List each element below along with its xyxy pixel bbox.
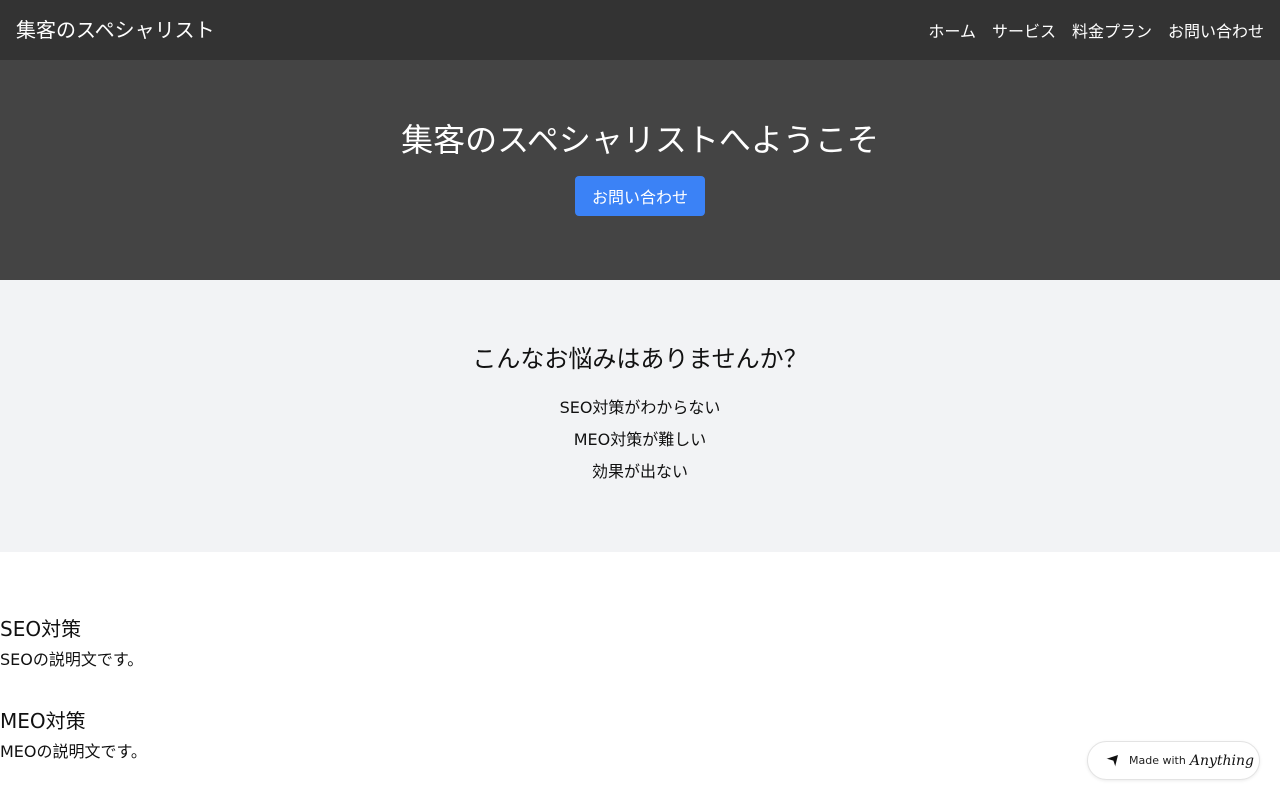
service-seo: SEO対策 SEOの説明文です。 [0,614,143,672]
nav-link-contact[interactable]: お問い合わせ [1168,18,1264,42]
nav-link-pricing[interactable]: 料金プラン [1072,18,1152,42]
badge-brand: Anything [1189,752,1254,769]
hero-section: 集客のスペシャリストへようこそ お問い合わせ [0,60,1280,280]
problems-title: こんなお悩みはありませんか？ [472,345,808,373]
nav-link-home[interactable]: ホーム [928,18,976,42]
service-description: SEOの説明文です。 [0,650,144,669]
site-brand[interactable]: 集客のスペシャリスト [16,0,215,60]
service-description: MEOの説明文です。 [0,742,147,761]
hero-title: 集客のスペシャリストへようこそ [401,121,879,159]
made-with-anything-badge[interactable]: Made with Anything [1087,741,1260,780]
problem-item: MEO対策が難しい [573,430,707,449]
anything-logo-icon [1105,753,1121,769]
problem-list: SEO対策がわからない MEO対策が難しい 効果が出ない [0,392,1280,488]
nav-links: ホーム サービス 料金プラン お問い合わせ [928,18,1264,42]
navbar: 集客のスペシャリスト ホーム サービス 料金プラン お問い合わせ [0,0,1280,60]
problems-section: こんなお悩みはありませんか？ SEO対策がわからない MEO対策が難しい 効果が… [0,280,1280,552]
contact-button[interactable]: お問い合わせ [575,176,705,216]
badge-text: Made with [1129,754,1186,767]
problem-item: SEO対策がわからない [559,398,721,417]
service-title: SEO対策 [0,617,82,641]
nav-link-services[interactable]: サービス [992,18,1056,42]
service-meo: MEO対策 MEOの説明文です。 [0,706,147,764]
problem-item: 効果が出ない [591,462,688,481]
service-title: MEO対策 [0,709,86,733]
